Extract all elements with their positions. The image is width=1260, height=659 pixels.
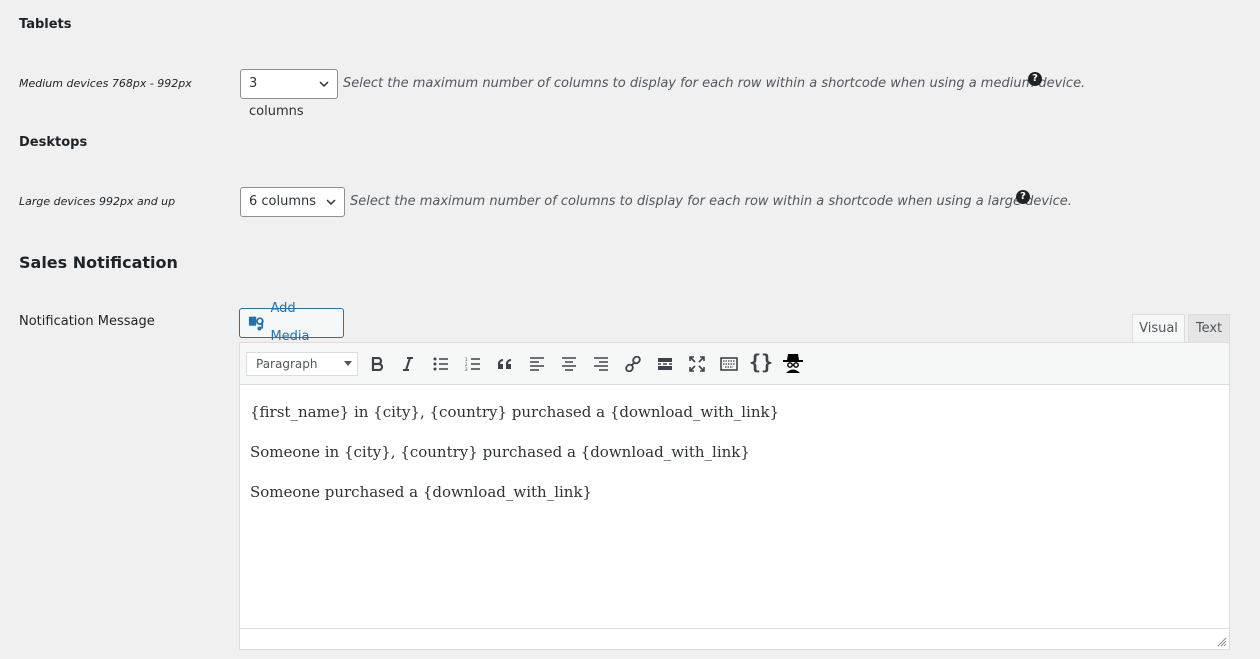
tablets-columns-select[interactable]: 3 columns	[240, 69, 338, 119]
editor-statusbar	[240, 628, 1229, 649]
align-right-icon[interactable]	[588, 351, 614, 377]
help-icon[interactable]: ?	[1028, 72, 1042, 86]
editor-toolbar: Paragraph 123 {}	[240, 343, 1229, 385]
desktops-columns-select[interactable]: 6 columns	[240, 187, 345, 217]
chevron-down-icon	[319, 81, 329, 88]
tablets-heading: Tablets	[19, 17, 72, 32]
message-line-1[interactable]: {first_name} in {city}, {country} purcha…	[250, 403, 779, 421]
desktops-columns-value: 6 columns	[249, 194, 317, 209]
read-more-icon[interactable]	[652, 351, 678, 377]
blockquote-icon[interactable]	[492, 351, 518, 377]
help-icon[interactable]: ?	[1016, 190, 1030, 204]
svg-text:3: 3	[465, 367, 468, 371]
sales-notification-heading: Sales Notification	[19, 253, 178, 272]
desktops-description: Select the maximum number of columns to …	[350, 194, 1072, 209]
add-media-button[interactable]: Add Media	[239, 301, 344, 344]
bold-icon[interactable]	[364, 351, 390, 377]
add-media-icon	[248, 316, 264, 331]
italic-icon[interactable]	[395, 351, 421, 377]
notification-message-label: Notification Message	[19, 314, 155, 329]
link-icon[interactable]	[620, 351, 646, 377]
bullet-list-icon[interactable]	[428, 351, 454, 377]
chevron-down-icon	[326, 199, 336, 206]
message-line-3[interactable]: Someone purchased a {download_with_link}	[250, 483, 592, 501]
tablets-row-label: Medium devices 768px - 992px	[19, 77, 192, 90]
numbered-list-icon[interactable]: 123	[460, 351, 486, 377]
toolbar-toggle-icon[interactable]	[716, 351, 742, 377]
tablets-description: Select the maximum number of columns to …	[343, 76, 1086, 91]
tablets-columns-value: 3 columns	[249, 76, 304, 119]
align-center-icon[interactable]	[556, 351, 582, 377]
fullscreen-icon[interactable]	[684, 351, 710, 377]
spy-icon[interactable]	[780, 350, 806, 376]
notification-message-editor: Paragraph 123 {} {first_name} in {city},…	[239, 342, 1230, 650]
desktops-heading: Desktops	[19, 135, 88, 150]
format-select[interactable]: Paragraph	[246, 352, 358, 376]
resize-handle-icon[interactable]	[1217, 637, 1227, 647]
desktops-row-label: Large devices 992px and up	[19, 195, 176, 208]
tab-visual[interactable]: Visual	[1132, 314, 1185, 343]
format-select-value: Paragraph	[256, 357, 318, 371]
caret-down-icon	[344, 361, 352, 366]
shortcode-braces-icon[interactable]: {}	[748, 349, 774, 375]
align-left-icon[interactable]	[524, 351, 550, 377]
tab-text[interactable]: Text	[1188, 314, 1230, 343]
message-line-2[interactable]: Someone in {city}, {country} purchased a…	[250, 443, 750, 461]
